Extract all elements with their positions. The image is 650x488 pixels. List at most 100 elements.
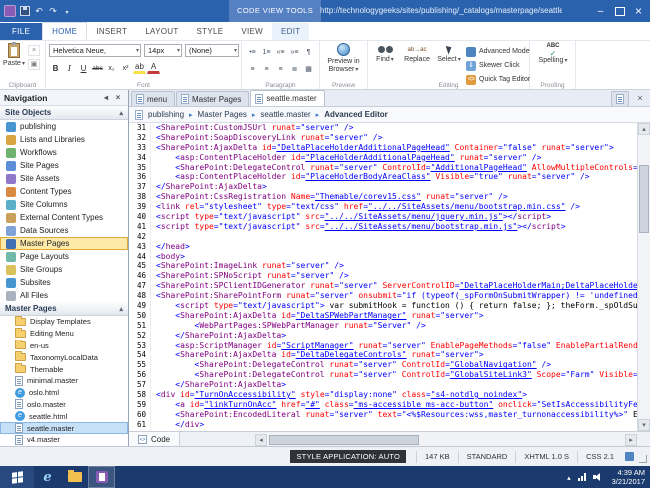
collapse-pane-icon[interactable] bbox=[100, 93, 112, 102]
code-line[interactable]: 36 <asp:ContentPlaceHolder id="PlaceHold… bbox=[129, 172, 637, 183]
code-line[interactable]: 49 <script type="text/javascript"> var s… bbox=[129, 301, 637, 311]
skewer-click-button[interactable]: Skewer Click bbox=[466, 59, 536, 72]
preview-in-browser-button[interactable]: Preview in Browser bbox=[322, 43, 365, 74]
ribbon-tab-insert[interactable]: INSERT bbox=[87, 23, 136, 41]
code-line[interactable]: 40 <script type="text/javascript" src="..… bbox=[129, 212, 637, 222]
editor-tab-seattle-master[interactable]: seattle.master bbox=[250, 90, 325, 106]
font-color-button[interactable]: A bbox=[147, 61, 160, 74]
code-line[interactable]: 55 <SharePoint:DelegateControl runat="se… bbox=[129, 360, 637, 371]
numbering-button[interactable]: 1≡ bbox=[260, 45, 273, 58]
sidebar-item-workflows[interactable]: Workflows bbox=[0, 146, 128, 159]
select-button[interactable]: Select bbox=[434, 43, 464, 64]
resize-grip[interactable] bbox=[639, 455, 647, 463]
underline-button[interactable]: U bbox=[77, 61, 90, 74]
close-document-button[interactable] bbox=[634, 92, 646, 104]
sidebar-item-external-content-types[interactable]: External Content Types bbox=[0, 211, 128, 224]
doctype-mode-status[interactable]: STANDARD bbox=[457, 450, 516, 463]
code-line[interactable]: 37 </SharePoint:AjaxDelta> bbox=[129, 182, 637, 193]
volume-icon[interactable] bbox=[592, 472, 603, 482]
cut-button[interactable]: × bbox=[28, 45, 40, 56]
code-line[interactable]: 41 <script type="text/javascript" src="..… bbox=[129, 221, 637, 232]
tree-item-v4-master[interactable]: v4.master bbox=[0, 434, 128, 446]
close-button[interactable] bbox=[629, 2, 648, 20]
sidebar-item-all-files[interactable]: All Files bbox=[0, 289, 128, 302]
sidebar-item-site-pages[interactable]: Site Pages bbox=[0, 159, 128, 172]
code-line[interactable]: 54 <SharePoint:AjaxDelta id="DeltaDelega… bbox=[129, 350, 637, 361]
breadcrumb-item-publishing[interactable]: publishing bbox=[148, 110, 184, 119]
highlight-button[interactable]: ab bbox=[133, 61, 146, 74]
borders-button[interactable]: ▦ bbox=[302, 62, 315, 75]
breadcrumb-item-seattle-master[interactable]: seattle.master bbox=[260, 110, 310, 119]
ribbon-tab-style[interactable]: STYLE bbox=[188, 23, 233, 41]
find-button[interactable]: Find bbox=[370, 43, 400, 64]
code-line[interactable]: 33 <SharePoint:AjaxDelta id="DeltaPlaceHo… bbox=[129, 142, 637, 153]
sidebar-item-page-layouts[interactable]: Page Layouts bbox=[0, 250, 128, 263]
code-line[interactable]: 38 <SharePoint:CssRegistration Name="Them… bbox=[129, 192, 637, 203]
code-line[interactable]: 34 <asp:ContentPlaceHolder id="PlaceHold… bbox=[129, 152, 637, 163]
code-line[interactable]: 31 <SharePoint:CustomJSUrl runat="server"… bbox=[129, 123, 637, 133]
file-explorer-taskbar-icon[interactable] bbox=[61, 466, 88, 488]
code-line[interactable]: 59 <a id="linkTurnOnAcc" href="#" class=… bbox=[129, 399, 637, 410]
site-objects-header[interactable]: Site Objects bbox=[0, 106, 128, 120]
code-view-tab[interactable]: Code bbox=[129, 432, 181, 446]
breadcrumb-item-advanced-editor[interactable]: Advanced Editor bbox=[324, 110, 388, 119]
qat-menu-button[interactable] bbox=[62, 5, 72, 17]
horizontal-scroll-thumb[interactable] bbox=[269, 435, 419, 445]
font-size-combobox[interactable]: 14px bbox=[144, 44, 182, 57]
code-line[interactable]: 56 <SharePoint:DelegateControl runat="se… bbox=[129, 370, 637, 381]
paragraph-mark-button[interactable]: ¶ bbox=[302, 45, 315, 58]
tree-item-editing-menu[interactable]: Editing Menu bbox=[0, 327, 128, 340]
schema-status[interactable]: XHTML 1.0 S bbox=[515, 450, 577, 463]
tray-expand-icon[interactable] bbox=[567, 472, 571, 482]
bullets-button[interactable]: •≡ bbox=[246, 45, 259, 58]
sidebar-item-lists-and-libraries[interactable]: Lists and Libraries bbox=[0, 133, 128, 146]
scroll-left-icon[interactable]: ◂ bbox=[255, 434, 267, 446]
code-line[interactable]: 39 <link rel="stylesheet" type="text/css"… bbox=[129, 202, 637, 213]
ribbon-tab-edit[interactable]: EDIT bbox=[272, 23, 310, 41]
code-line[interactable]: 52 </SharePoint:AjaxDelta> bbox=[129, 330, 637, 341]
code-editor[interactable]: 31 <SharePoint:CustomJSUrl runat="server"… bbox=[129, 123, 637, 431]
superscript-button[interactable]: x² bbox=[119, 61, 132, 74]
tree-item-oslo-html[interactable]: oslo.html bbox=[0, 387, 128, 399]
italic-button[interactable]: I bbox=[63, 61, 76, 74]
copy-button[interactable]: ▣ bbox=[28, 59, 40, 70]
align-right-button[interactable]: ≡ bbox=[274, 62, 287, 75]
undo-button[interactable] bbox=[34, 5, 44, 17]
tree-item-themable[interactable]: Themable bbox=[0, 363, 128, 375]
strikethrough-button[interactable]: abc bbox=[91, 61, 104, 74]
tree-item-taxonomylocaldata[interactable]: TaxonomyLocalData bbox=[0, 351, 128, 363]
editor-tab-master-pages[interactable]: Master Pages bbox=[176, 91, 250, 106]
sidebar-item-publishing[interactable]: publishing bbox=[0, 120, 128, 133]
paste-button[interactable]: Paste bbox=[2, 42, 26, 68]
css-schema-status[interactable]: CSS 2.1 bbox=[577, 450, 622, 463]
start-button[interactable] bbox=[0, 466, 34, 488]
outdent-button[interactable]: «≡ bbox=[274, 45, 287, 58]
sidebar-item-subsites[interactable]: Subsites bbox=[0, 276, 128, 289]
code-line[interactable]: 60 <SharePoint:EncodedLiteral runat="ser… bbox=[129, 409, 637, 420]
tree-item-en-us[interactable]: en-us bbox=[0, 339, 128, 352]
tree-item-oslo-master[interactable]: oslo.master bbox=[0, 399, 128, 411]
maximize-button[interactable] bbox=[610, 2, 629, 20]
editor-tab-menu[interactable]: menu bbox=[131, 91, 176, 106]
network-icon[interactable] bbox=[577, 473, 586, 481]
sidebar-item-site-groups[interactable]: Site Groups bbox=[0, 263, 128, 276]
code-line[interactable]: 61 </div> bbox=[129, 419, 637, 430]
style-application-status[interactable]: STYLE APPLICATION: AUTO bbox=[290, 450, 406, 463]
code-line[interactable]: 44 <body> bbox=[129, 251, 637, 262]
tree-item-display-templates[interactable]: Display Templates bbox=[0, 316, 128, 328]
close-pane-icon[interactable] bbox=[112, 93, 124, 102]
scroll-down-icon[interactable]: ▾ bbox=[638, 419, 650, 431]
align-center-button[interactable]: ≡ bbox=[260, 62, 273, 75]
sidebar-item-content-types[interactable]: Content Types bbox=[0, 185, 128, 198]
scroll-up-icon[interactable]: ▴ bbox=[638, 123, 650, 135]
tree-item-minimal-master[interactable]: minimal.master bbox=[0, 375, 128, 387]
subscript-button[interactable]: x₂ bbox=[105, 61, 118, 74]
tree-item-seattle-master[interactable]: seattle.master bbox=[0, 422, 128, 434]
font-style-combobox[interactable]: (None) bbox=[185, 44, 239, 57]
code-line[interactable]: 45 <SharePoint:ImageLink runat="server" /… bbox=[129, 261, 637, 272]
spelling-button[interactable]: Spelling bbox=[538, 43, 568, 65]
vertical-scrollbar[interactable]: ▴ ▾ bbox=[637, 123, 650, 431]
scroll-right-icon[interactable]: ▸ bbox=[625, 434, 637, 446]
editor-tab-stub[interactable] bbox=[611, 91, 629, 106]
code-line[interactable]: 57 </SharePoint:AjaxDelta> bbox=[129, 380, 637, 391]
